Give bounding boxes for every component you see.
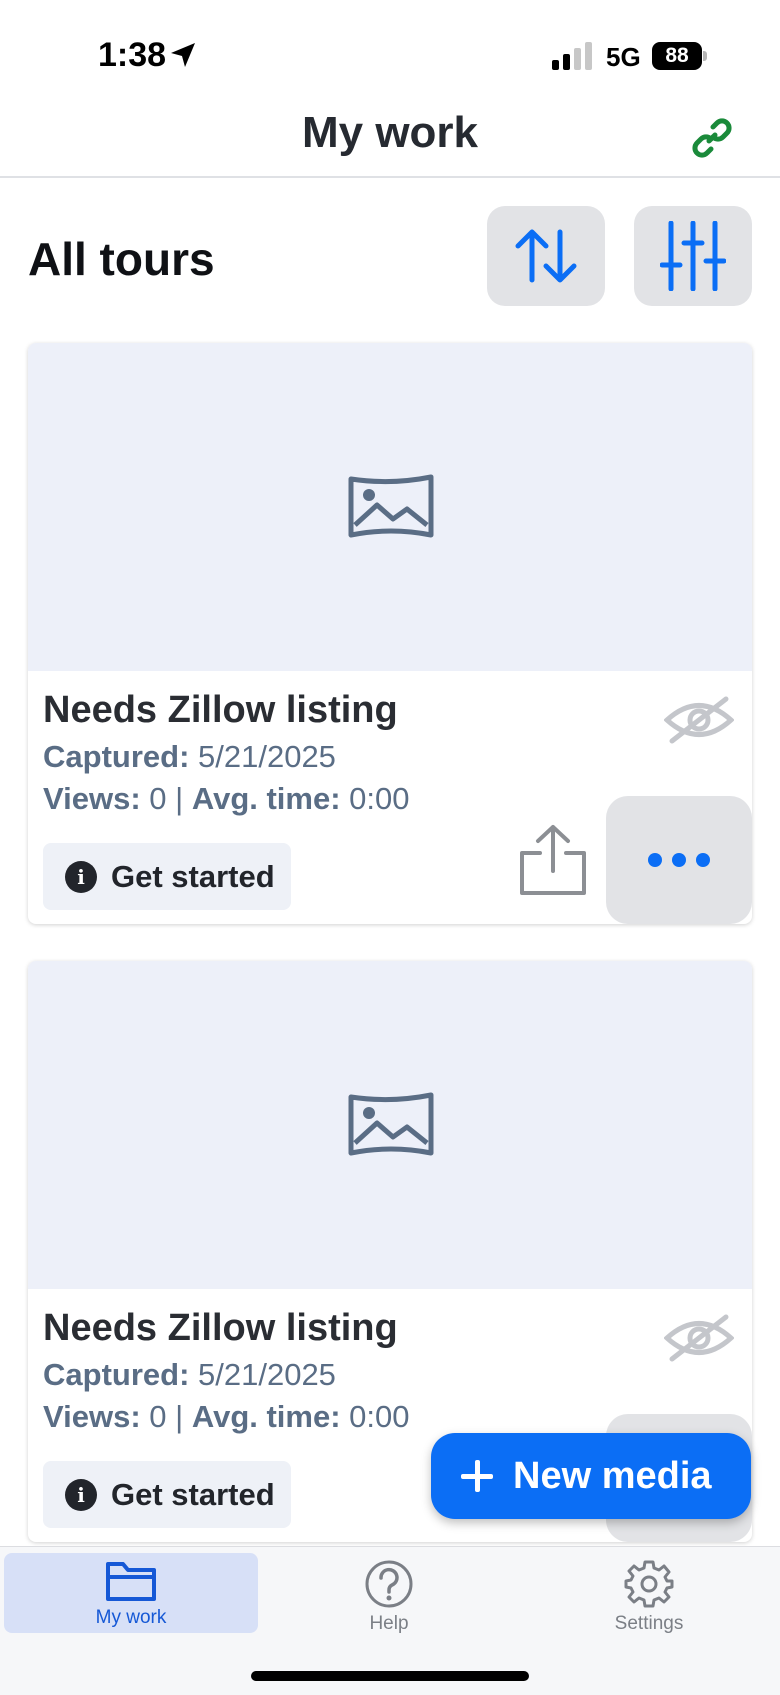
sliders-icon [660, 221, 726, 291]
tour-title: Needs Zillow listing [43, 689, 398, 731]
nav-item-settings[interactable]: Settings [522, 1553, 776, 1634]
status-time: 1:38 [98, 36, 167, 74]
home-indicator [251, 1671, 529, 1681]
help-circle-icon [365, 1560, 413, 1608]
page-title: My work [301, 108, 479, 157]
image-placeholder-icon [348, 1092, 434, 1156]
new-media-label: New media [513, 1454, 712, 1497]
more-options-button[interactable] [606, 796, 752, 924]
tour-title: Needs Zillow listing [43, 1307, 398, 1349]
battery-icon: 88 [652, 42, 708, 70]
captured-value: 5/21/2025 [198, 739, 336, 774]
views-label: Views: [43, 1399, 141, 1434]
nav-item-my-work[interactable]: My work [4, 1553, 258, 1633]
stats-separator: | [175, 781, 184, 816]
views-stats: Views: 0 | Avg. time: 0:00 [43, 1399, 410, 1435]
avg-time-label: Avg. time: [191, 1399, 341, 1434]
folder-icon [106, 1562, 156, 1601]
tour-card[interactable]: Needs Zillow listing Captured: 5/21/2025… [28, 343, 752, 924]
captured-label: Captured: [43, 739, 190, 774]
new-media-button[interactable]: New media [431, 1433, 751, 1519]
status-bar: 1:38 5G 88 [0, 0, 780, 100]
captured-value: 5/21/2025 [198, 1357, 336, 1392]
battery-level: 88 [652, 42, 702, 70]
share-icon[interactable] [518, 823, 588, 897]
avg-time-value: 0:00 [349, 781, 410, 816]
tour-thumbnail-placeholder[interactable] [28, 343, 752, 671]
location-arrow-icon [171, 43, 195, 67]
network-type: 5G [606, 42, 641, 72]
tour-thumbnail-placeholder[interactable] [28, 961, 752, 1289]
eye-off-icon[interactable] [664, 1313, 734, 1363]
get-started-label: Get started [111, 858, 275, 894]
nav-label-my-work: My work [95, 1607, 167, 1628]
sort-arrows-icon [515, 229, 577, 283]
nav-item-help[interactable]: Help [262, 1553, 516, 1634]
info-icon: i [65, 860, 97, 893]
captured-date: Captured: 5/21/2025 [43, 1357, 336, 1393]
avg-time-value: 0:00 [349, 1399, 410, 1434]
eye-off-icon[interactable] [664, 695, 734, 745]
section-title: All tours [28, 233, 215, 285]
stats-separator: | [175, 1399, 184, 1434]
nav-label-settings: Settings [614, 1613, 684, 1634]
get-started-button[interactable]: i Get started [43, 1461, 291, 1528]
app-header: My work [0, 100, 780, 178]
link-icon[interactable] [690, 116, 734, 160]
plus-icon [461, 1460, 493, 1492]
views-value: 0 [149, 781, 167, 816]
cell-signal-icon [552, 42, 592, 70]
nav-label-help: Help [369, 1613, 409, 1634]
image-placeholder-icon [348, 474, 434, 538]
views-stats: Views: 0 | Avg. time: 0:00 [43, 781, 410, 817]
sort-button[interactable] [487, 206, 605, 306]
views-value: 0 [149, 1399, 167, 1434]
gear-icon [624, 1560, 674, 1608]
views-label: Views: [43, 781, 141, 816]
filter-button[interactable] [634, 206, 752, 306]
avg-time-label: Avg. time: [191, 781, 341, 816]
get-started-button[interactable]: i Get started [43, 843, 291, 910]
get-started-label: Get started [111, 1476, 275, 1512]
info-icon: i [65, 1478, 97, 1511]
captured-label: Captured: [43, 1357, 190, 1392]
captured-date: Captured: 5/21/2025 [43, 739, 336, 775]
